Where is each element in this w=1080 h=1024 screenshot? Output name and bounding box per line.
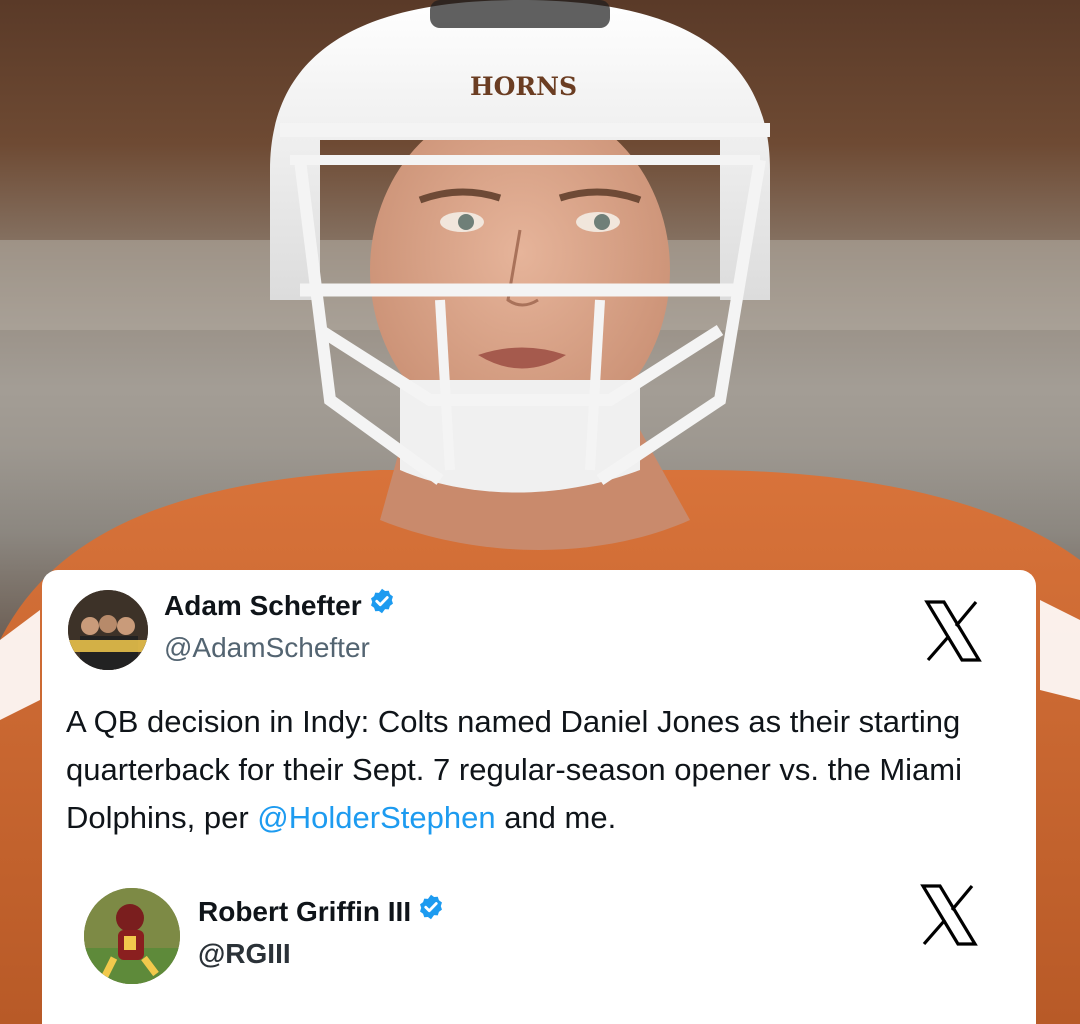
avatar[interactable]: [68, 590, 148, 670]
avatar[interactable]: [84, 888, 180, 984]
author-handle[interactable]: @AdamSchefter: [164, 632, 370, 664]
author-name-text: Robert Griffin III: [198, 896, 412, 927]
tweet-card-primary[interactable]: Adam Schefter @AdamSchefter A QB decisio…: [42, 570, 1036, 870]
tweet-text-after: and me.: [495, 800, 617, 835]
tweet-card-quote[interactable]: Robert Griffin III @RGIII: [42, 866, 1036, 1024]
author-name[interactable]: Robert Griffin III: [198, 893, 445, 931]
tweet-body: A QB decision in Indy: Colts named Danie…: [66, 698, 1016, 842]
mention-link[interactable]: @HolderStephen: [257, 800, 495, 835]
author-name-text: Adam Schefter: [164, 590, 362, 621]
verified-badge-icon: [368, 587, 396, 622]
helmet-logo-text: HORNS: [470, 72, 578, 101]
verified-badge-icon: [417, 893, 445, 928]
avatar-photo: [84, 888, 180, 984]
author-handle[interactable]: @RGIII: [198, 938, 291, 970]
avatar-photo: [68, 590, 148, 670]
x-logo-icon[interactable]: [920, 884, 978, 946]
author-name[interactable]: Adam Schefter: [164, 587, 396, 625]
x-logo-icon[interactable]: [924, 600, 982, 662]
